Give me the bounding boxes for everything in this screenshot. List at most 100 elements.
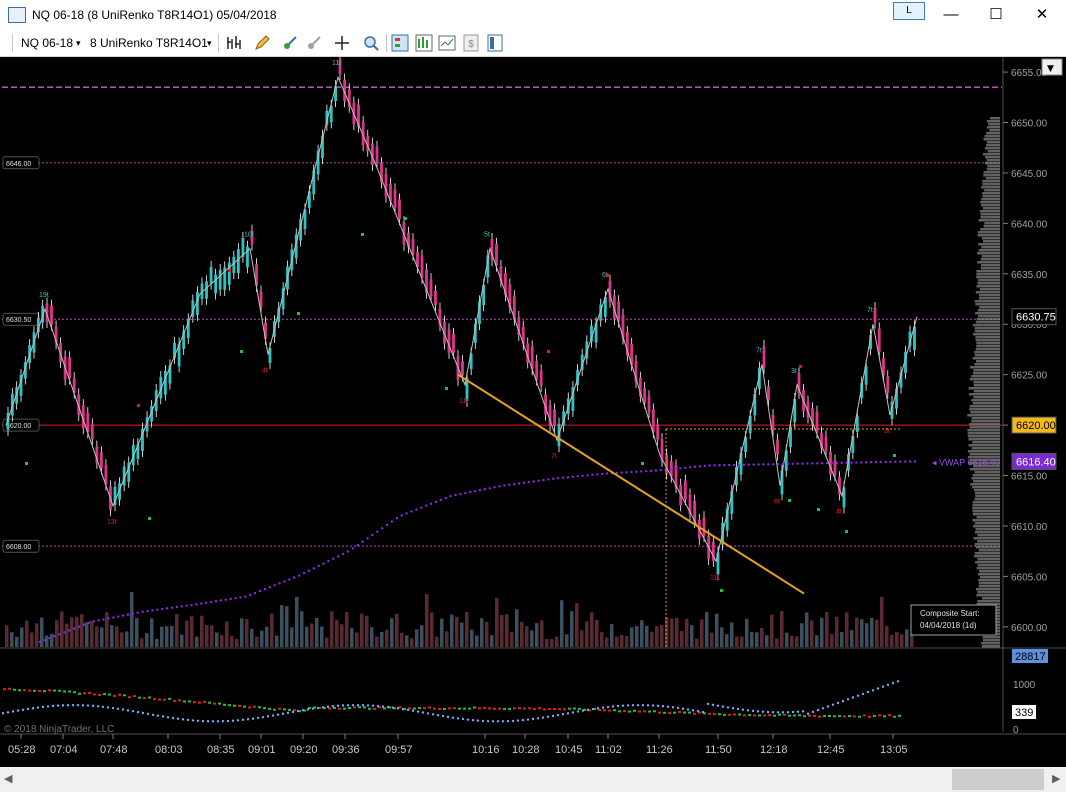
- oscillator-dot: [771, 711, 775, 714]
- volume-bar: [485, 621, 489, 647]
- oscillator-bar: [773, 714, 776, 717]
- oscillator-bar: [223, 703, 226, 706]
- vwap-dot: [77, 625, 81, 628]
- bar-style-icon[interactable]: [225, 34, 243, 52]
- vwap-dot: [449, 494, 452, 498]
- signal-dot: [404, 217, 407, 220]
- oscillator-dot: [36, 706, 40, 709]
- bar-type-dropdown-icon[interactable]: ▾: [207, 38, 212, 49]
- volume-profile-bar: [982, 639, 1000, 642]
- swing-label: 5t: [484, 232, 490, 239]
- templates-icon[interactable]: [438, 34, 456, 52]
- volume-bar: [325, 637, 329, 647]
- volume-profile-bar: [976, 594, 1000, 597]
- oscillator-dot: [611, 705, 615, 708]
- oscillator-bar: [783, 713, 786, 716]
- oscillator-dot: [151, 713, 155, 716]
- volume-profile-bar: [967, 429, 1000, 432]
- oscillator-dot: [736, 707, 740, 711]
- strategy-icon[interactable]: [281, 34, 299, 52]
- price-tick-label: 6610.00: [1011, 522, 1048, 533]
- vwap-dot: [879, 460, 882, 464]
- bar-type-selector[interactable]: 8 UniRenko T8R14O1: [90, 36, 208, 50]
- data-box-icon[interactable]: [415, 34, 433, 52]
- volume-bar: [390, 618, 394, 647]
- minimize-button[interactable]: —: [928, 0, 974, 30]
- candle-body: [232, 256, 236, 274]
- volume-bar: [830, 634, 834, 647]
- vwap-dot: [649, 469, 653, 473]
- vwap-dot: [302, 571, 306, 575]
- oscillator-dot: [416, 710, 420, 713]
- volume-profile-bar: [976, 342, 1000, 345]
- oscillator-bar: [843, 715, 846, 718]
- vwap-dot: [718, 464, 721, 467]
- horizontal-scrollbar[interactable]: ◀ ▶: [0, 767, 1066, 792]
- window-layout-icon[interactable]: [486, 34, 504, 52]
- volume-bar: [35, 623, 39, 647]
- price-tick-label: 6605.00: [1011, 572, 1048, 583]
- oscillator-dot: [791, 710, 795, 714]
- oscillator-dot: [636, 703, 640, 707]
- volume-profile-bar: [969, 426, 1000, 429]
- volume-bar: [795, 636, 799, 647]
- volume-bar: [470, 629, 474, 647]
- price-chart[interactable]: 6646.00 6630.50 6620.00 6608.00 19t 13t 10t 4t 1…: [0, 57, 1066, 767]
- oscillator-dot: [431, 713, 435, 716]
- zoom-icon[interactable]: [362, 34, 380, 52]
- volume-profile-bar: [970, 411, 1000, 414]
- oscillator-dot: [346, 704, 350, 707]
- chart-trader-icon[interactable]: [391, 34, 409, 52]
- vwap-dot: [82, 623, 86, 626]
- vwap-dot: [73, 627, 76, 630]
- indicator-icon[interactable]: [305, 34, 323, 52]
- vwap-dot: [121, 614, 125, 617]
- volume-bar: [100, 627, 104, 647]
- oscillator-dot: [566, 712, 570, 715]
- scroll-right-icon[interactable]: ▶: [1052, 772, 1060, 785]
- oscillator-dot: [296, 709, 300, 713]
- left-level-label: 6646.00: [6, 161, 31, 168]
- oscillator-bar: [248, 706, 251, 709]
- draw-pencil-icon[interactable]: [253, 34, 271, 52]
- volume-bar: [95, 626, 99, 647]
- volume-profile-bar: [974, 354, 1000, 357]
- scroll-left-icon[interactable]: ◀: [4, 772, 12, 785]
- volume-bar: [555, 636, 559, 647]
- crosshair-icon[interactable]: [333, 34, 351, 52]
- oscillator-bar: [433, 707, 436, 710]
- volume-profile-bar: [980, 216, 1000, 219]
- volume-bar: [360, 613, 364, 647]
- vwap-dot: [728, 463, 731, 467]
- vwap-dot: [478, 488, 482, 492]
- oscillator-bar: [178, 699, 181, 702]
- chart-area[interactable]: 6646.00 6630.50 6620.00 6608.00 19t 13t 10t 4t 1…: [0, 57, 1066, 767]
- maximize-button[interactable]: ☐: [973, 0, 1019, 30]
- vwap-dot: [713, 464, 716, 467]
- oscillator-bar: [713, 713, 716, 716]
- properties-icon[interactable]: $: [462, 34, 480, 52]
- oscillator-bar: [678, 710, 681, 713]
- candle-body: [762, 345, 766, 368]
- volume-bar: [225, 621, 229, 647]
- vwap-dot: [669, 468, 672, 471]
- volume-profile-bar: [977, 282, 1000, 285]
- vwap-dot: [239, 596, 242, 599]
- volume-profile-bar: [981, 246, 1000, 249]
- volume-profile-bar: [974, 555, 1000, 558]
- volume-profile-bar: [976, 588, 1000, 591]
- volume-profile-bar: [972, 402, 1000, 405]
- link-button[interactable]: L: [893, 2, 925, 20]
- vwap-dot: [732, 463, 736, 467]
- vwap-dot: [791, 462, 794, 466]
- close-button[interactable]: ✕: [1019, 0, 1065, 30]
- price-tick-label: 6615.00: [1011, 472, 1048, 483]
- scroll-thumb[interactable]: [952, 769, 1044, 790]
- swing-label: 19t: [39, 292, 49, 299]
- volume-profile-bar: [983, 225, 1000, 228]
- vwap-dot: [596, 473, 599, 476]
- instrument-dropdown-icon[interactable]: ▾: [76, 38, 81, 49]
- vwap-dot: [214, 600, 218, 603]
- oscillator-dot: [246, 718, 250, 721]
- instrument-selector[interactable]: NQ 06-18: [21, 36, 73, 50]
